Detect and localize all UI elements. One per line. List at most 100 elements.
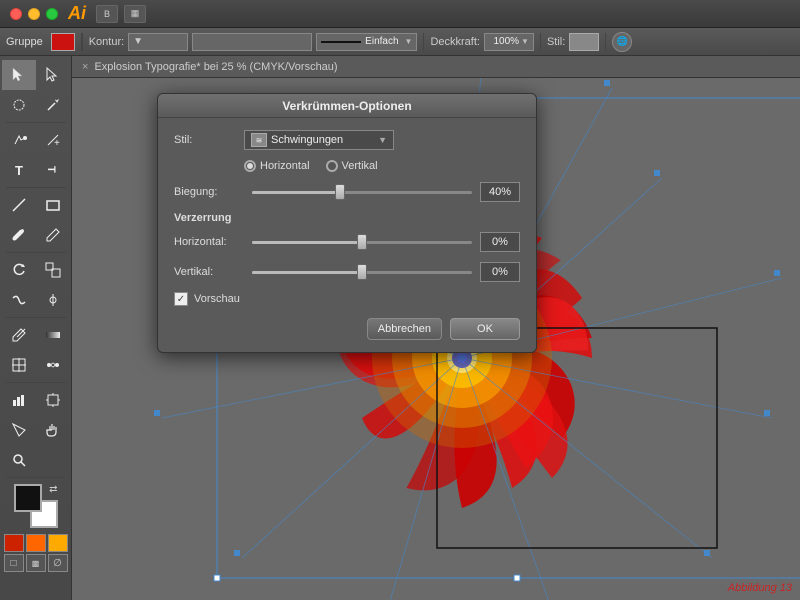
doc-tab: × Explosion Typografie* bei 25 % (CMYK/V…: [72, 56, 800, 78]
horizontal-radio[interactable]: Horizontal: [244, 160, 310, 172]
tool-row-10: [2, 350, 70, 380]
scale-tool[interactable]: [36, 255, 70, 285]
width-tool[interactable]: [36, 285, 70, 315]
color-fill-box[interactable]: [4, 534, 24, 552]
warp-dialog-title: Verkrümmen-Optionen: [158, 94, 536, 118]
slice-tool[interactable]: [2, 415, 36, 445]
ok-button[interactable]: OK: [450, 318, 520, 340]
doc-tab-title: Explosion Typografie* bei 25 % (CMYK/Vor…: [94, 61, 337, 73]
opacity-input[interactable]: 100% ▼: [484, 33, 534, 51]
arrange-icon[interactable]: ▦: [124, 5, 146, 23]
tool-row-2: [2, 90, 70, 120]
color-palette: ⇄: [14, 484, 58, 528]
stil-select-arrow: ▼: [378, 135, 387, 145]
add-anchor-tool[interactable]: +: [36, 125, 70, 155]
vertikal2-value[interactable]: 0%: [480, 262, 520, 282]
doc-tab-close[interactable]: ×: [82, 61, 88, 73]
horizontal2-slider-fill: [252, 241, 362, 244]
pen-tool[interactable]: [2, 125, 36, 155]
toolbar: Gruppe Kontur: ▼ Einfach ▼ Deckkraft: 10…: [0, 28, 800, 56]
magic-wand-tool[interactable]: [36, 90, 70, 120]
tool-row-5: [2, 190, 70, 220]
horizontal-radio-label: Horizontal: [260, 160, 310, 172]
swap-colors-icon[interactable]: ⇄: [49, 484, 57, 495]
warp-tool[interactable]: [2, 285, 36, 315]
text-vertical-tool[interactable]: T: [36, 155, 70, 185]
gradient-fill-icon[interactable]: ▩: [26, 554, 46, 572]
tool-row-11: [2, 385, 70, 415]
horizontal-radio-btn[interactable]: [244, 160, 256, 172]
minimize-button[interactable]: [28, 8, 40, 20]
mesh-tool[interactable]: [2, 350, 36, 380]
biegung-slider-thumb[interactable]: [335, 184, 345, 200]
biegung-label: Biegung:: [174, 186, 244, 198]
abbrechen-button[interactable]: Abbrechen: [367, 318, 442, 340]
color-extra-box[interactable]: [48, 534, 68, 552]
close-button[interactable]: [10, 8, 22, 20]
horizontal2-label: Horizontal:: [174, 236, 244, 248]
stil-label: Stil:: [547, 36, 565, 48]
pencil-tool[interactable]: [36, 220, 70, 250]
stroke-style-label: Einfach: [365, 36, 398, 47]
warp-dialog-body: Stil: ≋ Schwingungen ▼ Horizontal: [158, 118, 536, 352]
horizontal2-value[interactable]: 0%: [480, 232, 520, 252]
color-mode-icon[interactable]: □: [4, 554, 24, 572]
style-box[interactable]: [569, 33, 599, 51]
doc-icon[interactable]: B: [96, 5, 118, 23]
vertikal-radio[interactable]: Vertikal: [326, 160, 378, 172]
horizontal2-slider-thumb[interactable]: [357, 234, 367, 250]
kontur-select[interactable]: ▼: [128, 33, 188, 51]
tool-row-zoom: [2, 445, 70, 475]
vorschau-checkbox[interactable]: ✓: [174, 292, 188, 306]
none-fill-icon[interactable]: ∅: [48, 554, 68, 572]
tool-row-8: [2, 285, 70, 315]
gradient-tool[interactable]: [36, 320, 70, 350]
color-stroke-box[interactable]: [26, 534, 46, 552]
biegung-slider-fill: [252, 191, 340, 194]
blend-tool[interactable]: [36, 350, 70, 380]
tool-row-9: [2, 320, 70, 350]
artboard-tool[interactable]: [36, 385, 70, 415]
vertikal2-slider-thumb[interactable]: [357, 264, 367, 280]
opacity-label: Deckkraft:: [430, 36, 480, 48]
line-tool[interactable]: [2, 190, 36, 220]
stil-label: Stil:: [174, 134, 244, 146]
kontur-width-select[interactable]: [192, 33, 312, 51]
paintbrush-tool[interactable]: [2, 220, 36, 250]
svg-text:T: T: [15, 163, 23, 178]
biegung-slider[interactable]: [252, 184, 472, 200]
rotate-tool[interactable]: [2, 255, 36, 285]
canvas-area: × Explosion Typografie* bei 25 % (CMYK/V…: [72, 56, 800, 600]
titlebar-icons: B ▦: [96, 5, 146, 23]
column-graph-tool[interactable]: [2, 385, 36, 415]
stroke-style-select[interactable]: Einfach ▼: [316, 33, 417, 51]
vertikal2-slider[interactable]: [252, 264, 472, 280]
zoom-tool[interactable]: [2, 445, 36, 475]
tool-row-6: [2, 220, 70, 250]
rectangle-tool[interactable]: [36, 190, 70, 220]
stil-select-icon: ≋: [251, 133, 267, 147]
kontur-label: Kontur:: [89, 36, 124, 48]
biegung-value[interactable]: 40%: [480, 182, 520, 202]
left-toolbar: + T T: [0, 56, 72, 600]
globe-icon[interactable]: 🌐: [612, 32, 632, 52]
main-area: + T T: [0, 56, 800, 600]
lasso-tool[interactable]: [2, 90, 36, 120]
foreground-color[interactable]: [14, 484, 42, 512]
hand-tool[interactable]: [36, 415, 70, 445]
vertikal-radio-label: Vertikal: [342, 160, 378, 172]
text-tool[interactable]: T: [2, 155, 36, 185]
traffic-lights: [10, 8, 58, 20]
svg-text:T: T: [45, 166, 57, 173]
eyedropper-tool[interactable]: [2, 320, 36, 350]
horizontal2-slider[interactable]: [252, 234, 472, 250]
direct-select-tool[interactable]: [36, 60, 70, 90]
tool-row-7: [2, 255, 70, 285]
maximize-button[interactable]: [46, 8, 58, 20]
vertikal2-slider-track: [252, 271, 472, 274]
selection-tool[interactable]: [2, 60, 36, 90]
svg-text:+: +: [54, 138, 60, 148]
fill-color-box[interactable]: [51, 33, 75, 51]
vertikal-radio-btn[interactable]: [326, 160, 338, 172]
stil-select[interactable]: ≋ Schwingungen ▼: [244, 130, 394, 150]
